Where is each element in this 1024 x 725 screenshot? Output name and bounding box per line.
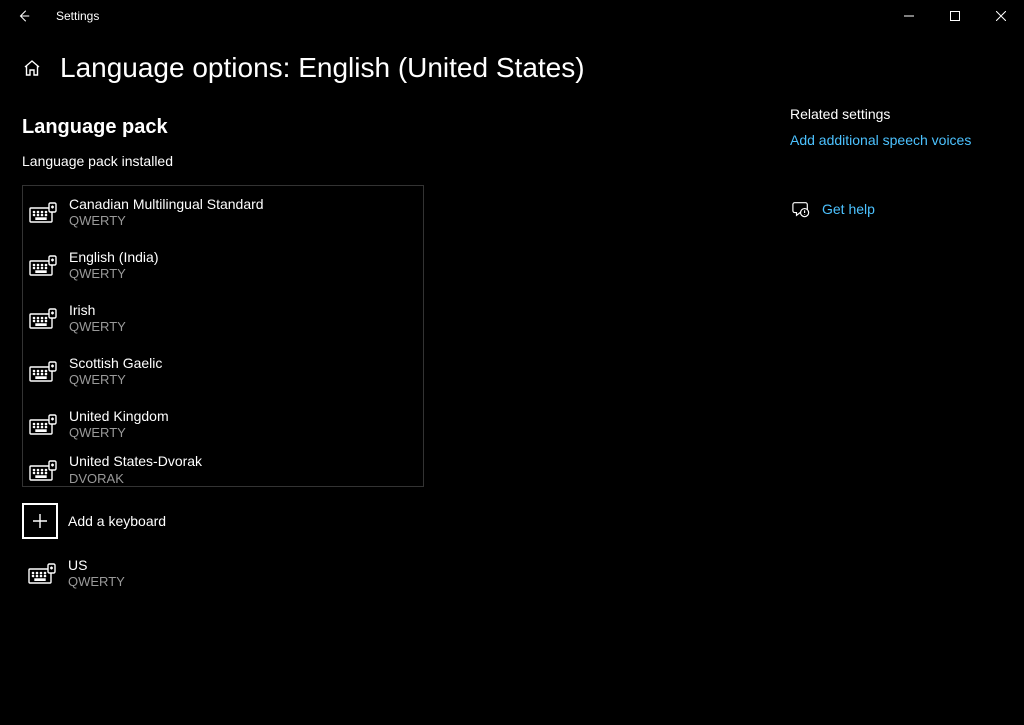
keyboard-layout: QWERTY	[69, 372, 162, 388]
keyboard-name: English (India)	[69, 249, 159, 267]
keyboard-layout: QWERTY	[69, 213, 264, 229]
page-header: Language options: English (United States…	[0, 52, 1024, 84]
main-column: Language pack Language pack installed Ca…	[22, 116, 442, 600]
window-controls	[886, 0, 1024, 32]
keyboard-layout: QWERTY	[69, 425, 169, 441]
add-keyboard-button[interactable]: Add a keyboard	[22, 495, 442, 547]
language-pack-status: Language pack installed	[22, 153, 442, 169]
keyboard-name: United States-Dvorak	[69, 453, 202, 471]
language-pack-heading: Language pack	[22, 116, 442, 139]
maximize-button[interactable]	[932, 0, 978, 32]
keyboard-item[interactable]: US QWERTY	[22, 547, 442, 600]
keyboard-item[interactable]: United States-Dvorak DVORAK	[23, 451, 423, 487]
keyboard-icon	[27, 250, 59, 282]
keyboard-layout: QWERTY	[69, 266, 159, 282]
related-settings-heading: Related settings	[790, 106, 1010, 122]
related-settings-panel: Related settings Add additional speech v…	[790, 106, 1010, 220]
keyboard-name: US	[68, 557, 125, 575]
keyboard-layout: QWERTY	[69, 319, 126, 335]
keyboard-item[interactable]: United Kingdom QWERTY	[23, 398, 423, 451]
help-icon	[790, 198, 812, 220]
keyboard-item[interactable]: Scottish Gaelic QWERTY	[23, 345, 423, 398]
keyboard-icon	[27, 303, 59, 335]
keyboard-item[interactable]: Canadian Multilingual Standard QWERTY	[23, 186, 423, 239]
minimize-button[interactable]	[886, 0, 932, 32]
home-icon[interactable]	[22, 58, 42, 78]
keyboard-icon	[27, 409, 59, 441]
back-button[interactable]	[8, 0, 40, 32]
titlebar: Settings	[0, 0, 1024, 32]
keyboard-layout: QWERTY	[68, 574, 125, 590]
keyboard-name: Canadian Multilingual Standard	[69, 196, 264, 214]
keyboard-icon	[27, 455, 59, 487]
add-keyboard-label: Add a keyboard	[68, 513, 166, 529]
keyboard-list-scroll[interactable]: Canadian Multilingual Standard QWERTY	[22, 185, 424, 487]
plus-icon	[22, 503, 58, 539]
keyboard-icon	[26, 558, 58, 590]
keyboard-layout: DVORAK	[69, 471, 202, 487]
window-title: Settings	[56, 9, 99, 23]
keyboard-icon	[27, 197, 59, 229]
keyboard-name: Scottish Gaelic	[69, 355, 162, 373]
keyboard-item[interactable]: English (India) QWERTY	[23, 239, 423, 292]
keyboard-item[interactable]: Irish QWERTY	[23, 292, 423, 345]
keyboard-name: Irish	[69, 302, 126, 320]
close-button[interactable]	[978, 0, 1024, 32]
get-help-link[interactable]: Get help	[822, 201, 875, 217]
keyboard-icon	[27, 356, 59, 388]
page-title: Language options: English (United States…	[60, 52, 585, 84]
keyboard-name: United Kingdom	[69, 408, 169, 426]
add-speech-voices-link[interactable]: Add additional speech voices	[790, 132, 971, 148]
